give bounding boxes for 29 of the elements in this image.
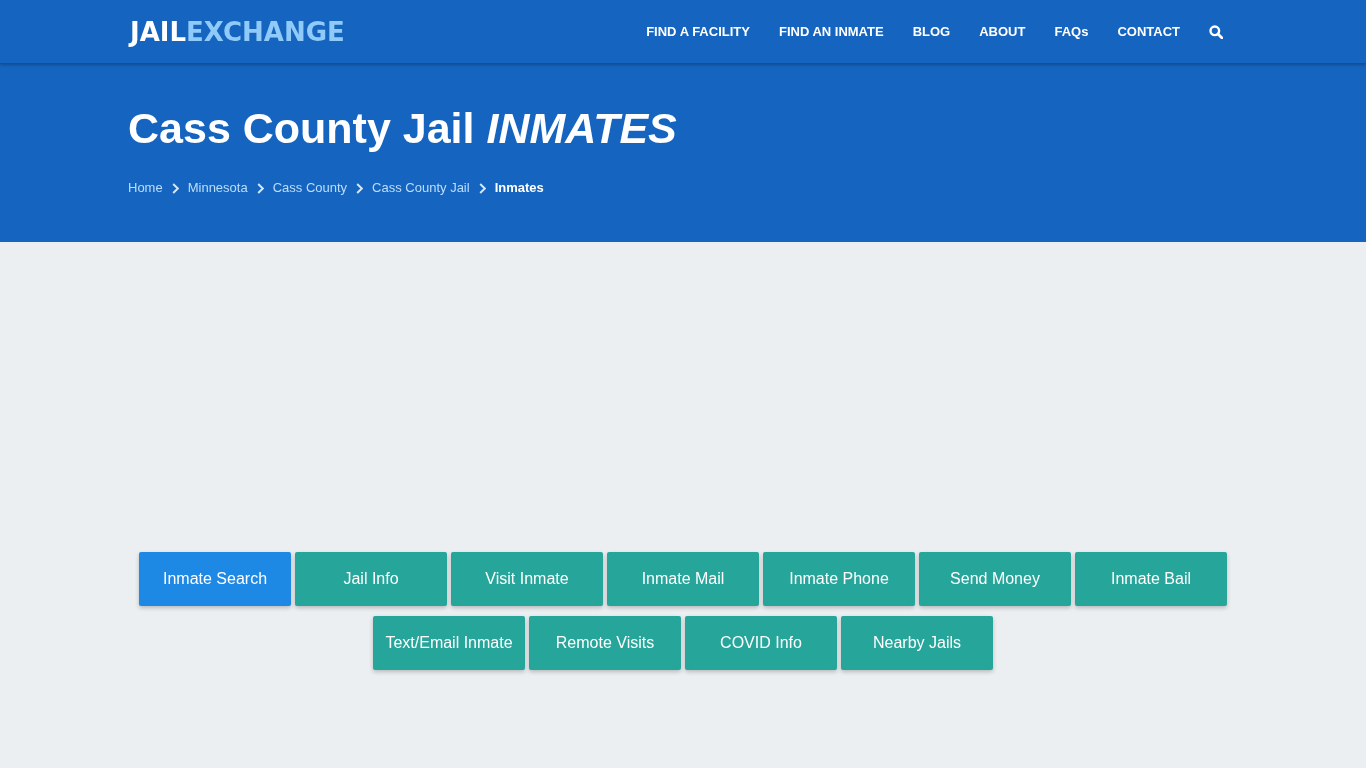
nav-tab-button[interactable]: Inmate Search (139, 552, 291, 606)
breadcrumb-link[interactable]: Cass County (272, 178, 348, 198)
breadcrumb-link[interactable]: Cass County Jail (372, 178, 470, 198)
nav-tab-button[interactable]: Send Money (919, 552, 1071, 606)
nav-tab-button[interactable]: Text/Email Inmate (373, 616, 525, 670)
nav-link[interactable]: ABOUT (979, 24, 1026, 39)
chevron-right-icon (478, 182, 486, 194)
nav-tab-button[interactable]: COVID Info (685, 616, 837, 670)
nav-tab-button[interactable]: Jail Info (295, 552, 447, 606)
nav-link[interactable]: CONTACT (1117, 24, 1180, 39)
chevron-right-icon (356, 182, 364, 194)
nav-link[interactable]: BLOG (912, 24, 951, 39)
nav-tab-button[interactable]: Inmate Phone (763, 552, 915, 606)
search-icon[interactable] (1209, 24, 1223, 39)
nav-tab-button[interactable]: Remote Visits (529, 616, 681, 670)
page-title: Cass County Jail INMATES (128, 103, 677, 154)
nav-link[interactable]: FAQs (1054, 24, 1089, 39)
nav-tab-button[interactable]: Nearby Jails (841, 616, 993, 670)
breadcrumb-current: Inmates (494, 179, 544, 197)
nav-tab-button[interactable]: Visit Inmate (451, 552, 603, 606)
breadcrumb-link[interactable]: Minnesota (187, 178, 248, 198)
breadcrumb-link[interactable]: Home (128, 178, 163, 198)
nav-tab-button[interactable]: Inmate Mail (607, 552, 759, 606)
site-logo[interactable]: JAILEXCHANGE (128, 18, 345, 45)
nav-link[interactable]: FIND A FACILITY (646, 24, 750, 39)
nav-link[interactable]: FIND AN INMATE (778, 24, 884, 39)
chevron-right-icon (171, 182, 179, 194)
nav-tab-button[interactable]: Inmate Bail (1075, 552, 1227, 606)
chevron-right-icon (256, 182, 264, 194)
